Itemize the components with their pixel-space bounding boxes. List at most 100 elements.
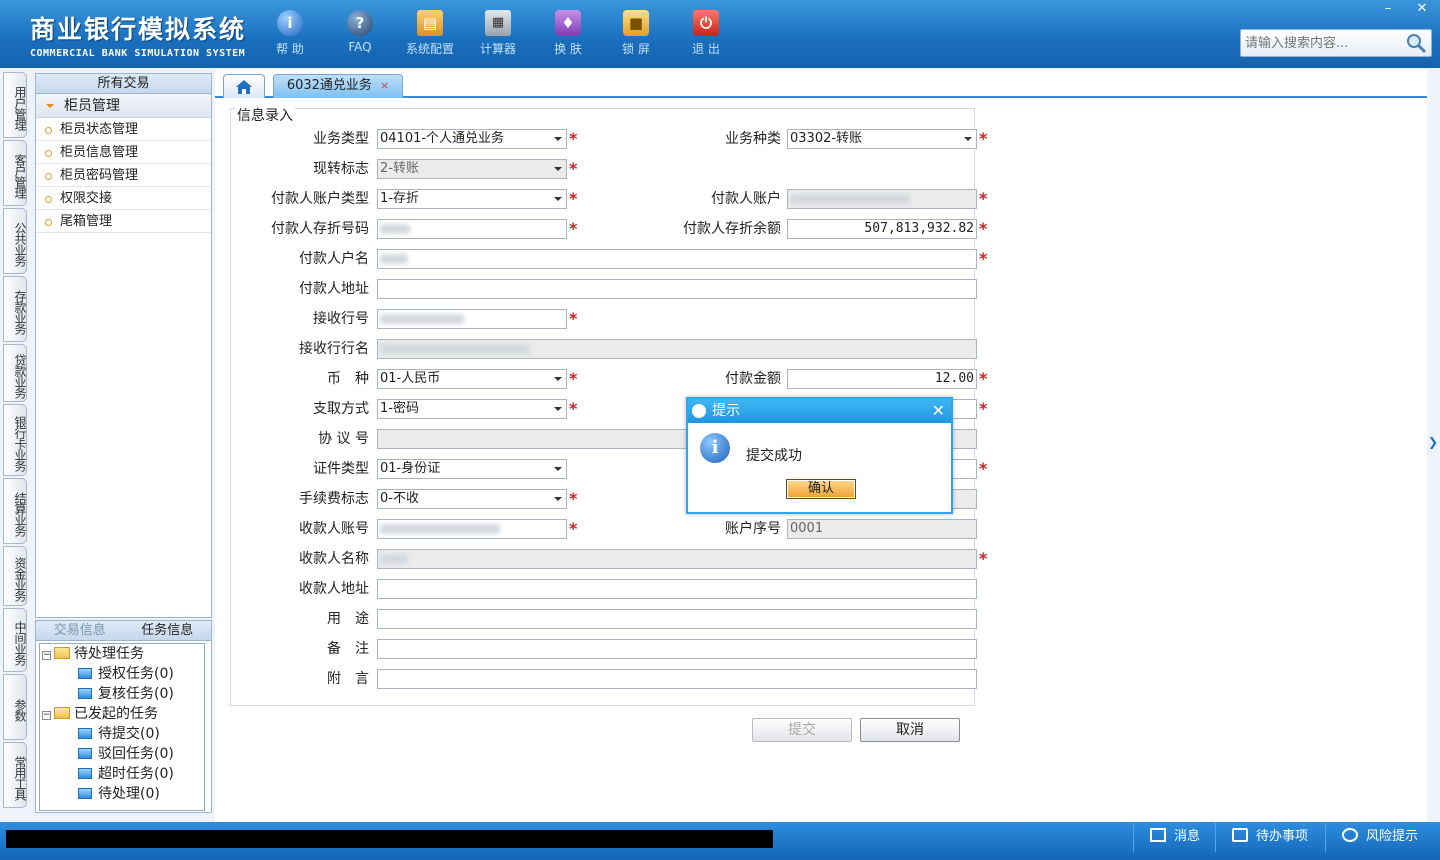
- sidebar-header[interactable]: 所有交易: [36, 74, 211, 94]
- account-seq-label: 账户序号: [725, 521, 781, 537]
- withdraw-method-select[interactable]: 1-密码: [377, 399, 567, 419]
- dialog-titlebar: 提示 ✕: [688, 399, 951, 423]
- faq-button[interactable]: ? FAQ: [332, 10, 388, 54]
- payee-address-input[interactable]: [377, 579, 977, 599]
- minimize-button[interactable]: –: [1372, 0, 1404, 18]
- submit-button[interactable]: 提交: [752, 718, 852, 742]
- tab-fund-business[interactable]: 资金业务: [3, 546, 27, 606]
- close-window-button[interactable]: ✕: [1406, 0, 1438, 18]
- tab-6032-business[interactable]: 6032通兑业务 ×: [273, 74, 403, 98]
- withdraw-method-label: 支取方式: [313, 401, 369, 417]
- tab-common-tools[interactable]: 常用工具: [3, 742, 27, 808]
- tab-settlement-business[interactable]: 结算业务: [3, 478, 27, 544]
- tab-bank-card-business[interactable]: 银行卡业务: [3, 404, 27, 476]
- tree-node-timeout[interactable]: 超时任务(0): [78, 764, 174, 784]
- remark-input[interactable]: [377, 639, 977, 659]
- purpose-label: 用 途: [327, 611, 369, 627]
- payee-account-field[interactable]: [377, 519, 567, 539]
- search-icon[interactable]: [1405, 32, 1427, 54]
- tree-node-to-process[interactable]: 待处理(0): [78, 784, 160, 804]
- tab-public-business[interactable]: 公共业务: [3, 208, 27, 274]
- risk-alert-button[interactable]: 风险提示: [1325, 822, 1435, 852]
- postscript-input[interactable]: [377, 669, 977, 689]
- biz-kind-select[interactable]: 03302-转账: [787, 129, 977, 149]
- tab-intermediate-business[interactable]: 中间业务: [3, 608, 27, 672]
- sidebar-item-teller-info[interactable]: 柜员信息管理: [36, 141, 211, 164]
- cancel-button[interactable]: 取消: [860, 718, 960, 742]
- payer-account-label: 付款人账户: [711, 191, 781, 207]
- prompt-dialog: 提示 ✕ i 提交成功 确认: [686, 397, 953, 514]
- agreement-no-label: 协 议 号: [318, 431, 369, 447]
- amount-input[interactable]: 12.00: [787, 369, 977, 389]
- help-button[interactable]: i 帮 助: [262, 10, 318, 57]
- tree-node-initiated[interactable]: − 已发起的任务: [42, 704, 158, 724]
- biz-type-select[interactable]: 04101-个人通兑业务: [377, 129, 567, 149]
- lock-screen-button[interactable]: ■ 锁 屏: [608, 10, 664, 57]
- payer-address-input[interactable]: [377, 279, 977, 299]
- task-panel: 交易信息 任务信息 − 待处理任务 授权任务(0) 复核任务(0) − 已发起的任务…: [35, 620, 212, 813]
- sidebar-item-tail-box[interactable]: 尾箱管理: [36, 210, 211, 233]
- currency-select[interactable]: 01-人民币: [377, 369, 567, 389]
- id-type-select[interactable]: 01-身份证: [377, 459, 567, 479]
- system-config-button[interactable]: ▤ 系统配置: [402, 10, 458, 57]
- required-mark: *: [569, 369, 578, 388]
- cash-flag-label: 现转标志: [313, 161, 369, 177]
- tab-user-management[interactable]: 用户管理: [3, 72, 27, 138]
- search-input[interactable]: [1241, 30, 1401, 56]
- sidebar-item-teller-password[interactable]: 柜员密码管理: [36, 164, 211, 187]
- lock-screen-label: 锁 屏: [622, 42, 650, 56]
- tree-node-auth-tasks[interactable]: 授权任务(0): [78, 664, 174, 684]
- payer-name-field[interactable]: [377, 249, 977, 269]
- payer-address-label: 付款人地址: [299, 281, 369, 297]
- required-mark: *: [979, 549, 988, 568]
- tree-node-review-tasks[interactable]: 复核任务(0): [78, 684, 174, 704]
- tab-parameters[interactable]: 参数: [3, 674, 27, 740]
- tab-bar: 6032通兑业务 ×: [215, 70, 1427, 98]
- calculator-label: 计算器: [479, 42, 516, 56]
- amount-label: 付款金额: [725, 371, 781, 387]
- dialog-close-icon[interactable]: ✕: [932, 399, 945, 423]
- chat-bubble-icon: [1342, 828, 1358, 842]
- calculator-button[interactable]: ▦ 计算器: [470, 10, 526, 57]
- required-mark: *: [569, 189, 578, 208]
- todo-button[interactable]: 待办事项: [1215, 822, 1323, 852]
- tab-loan-business[interactable]: 贷款业务: [3, 344, 27, 402]
- tree-node-to-submit[interactable]: 待提交(0): [78, 724, 160, 744]
- tree-node-rejected[interactable]: 驳回任务(0): [78, 744, 174, 764]
- payer-account-field: [787, 189, 977, 209]
- sidebar-item-permission-handover[interactable]: 权限交接: [36, 187, 211, 210]
- tab-transaction-info[interactable]: 交易信息: [36, 621, 124, 640]
- skin-button[interactable]: ♦ 换 肤: [540, 10, 596, 57]
- cash-flag-select: 2-转账: [377, 159, 567, 179]
- tab-customer-management[interactable]: 客户管理: [3, 140, 27, 206]
- required-mark: *: [569, 309, 578, 328]
- sidebar-item-teller-status[interactable]: 柜员状态管理: [36, 118, 211, 141]
- messages-button[interactable]: 消息: [1133, 822, 1213, 852]
- tree-node-pending[interactable]: − 待处理任务: [42, 644, 144, 664]
- required-mark: *: [569, 219, 578, 238]
- currency-label: 币 种: [327, 371, 369, 387]
- payer-balance-label: 付款人存折余额: [683, 221, 781, 237]
- folder-icon: [54, 647, 70, 659]
- sidebar-group-teller-management[interactable]: 柜员管理: [36, 94, 211, 118]
- payer-book-no-field[interactable]: [377, 219, 567, 239]
- fee-flag-select[interactable]: 0-不收: [377, 489, 567, 509]
- tab-deposit-business[interactable]: 存款业务: [3, 276, 27, 342]
- purpose-input[interactable]: [377, 609, 977, 629]
- close-tab-icon[interactable]: ×: [380, 79, 389, 92]
- dialog-ok-button[interactable]: 确认: [786, 479, 856, 499]
- status-redacted-area: [6, 830, 773, 848]
- exit-button[interactable]: ⏻ 退 出: [678, 10, 734, 57]
- tab-home[interactable]: [223, 74, 265, 98]
- payer-name-label: 付款人户名: [299, 251, 369, 267]
- receiving-bank-no-field[interactable]: [377, 309, 567, 329]
- postscript-label: 附 言: [327, 671, 369, 687]
- payer-account-type-select[interactable]: 1-存折: [377, 189, 567, 209]
- dialog-message: 提交成功: [746, 448, 802, 464]
- required-mark: *: [979, 129, 988, 148]
- app-subtitle: COMMERCIAL BANK SIMULATION SYSTEM: [30, 48, 246, 59]
- expand-right-icon[interactable]: ❯: [1428, 420, 1438, 464]
- dialog-app-icon: [692, 404, 706, 418]
- payer-book-no-label: 付款人存折号码: [271, 221, 369, 237]
- tab-task-info[interactable]: 任务信息: [124, 621, 212, 640]
